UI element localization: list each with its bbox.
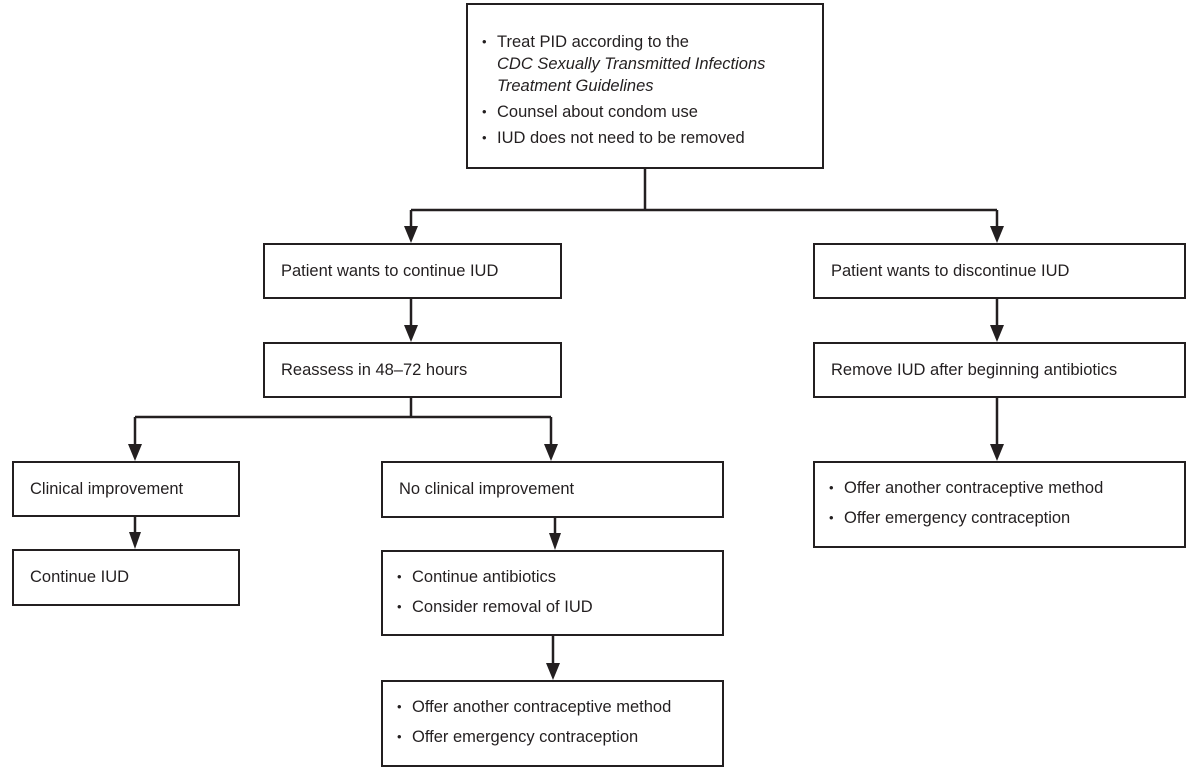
list-item: Treat PID according to the CDC Sexually … <box>482 31 765 97</box>
bullet-text: Treat PID according to the <box>497 33 689 51</box>
node-no-clinical-improvement: No clinical improvement <box>381 461 724 518</box>
list-item: Counsel about condom use <box>482 101 765 123</box>
list-item: Offer emergency contraception <box>397 726 671 748</box>
node-label: Reassess in 48–72 hours <box>281 361 468 379</box>
list-item: IUD does not need to be removed <box>482 127 765 149</box>
node-label: No clinical improvement <box>399 480 575 498</box>
node-initial-management: Treat PID according to the CDC Sexually … <box>466 3 824 169</box>
arrowhead-icon <box>128 444 142 461</box>
node-clinical-improvement: Clinical improvement <box>12 461 240 517</box>
arrowhead-icon <box>404 226 418 243</box>
offer-contraception-list: Offer another contraceptive method Offer… <box>397 696 671 756</box>
bullet-text: IUD does not need to be removed <box>497 129 745 147</box>
guideline-title-line: CDC Sexually Transmitted Infections <box>497 55 766 73</box>
guideline-title-line: Treatment Guidelines <box>497 77 654 95</box>
node-discontinue-iud-branch: Patient wants to discontinue IUD <box>813 243 1186 299</box>
node-label: Remove IUD after beginning antibiotics <box>831 361 1118 379</box>
arrowhead-icon <box>990 444 1004 461</box>
list-item: Offer emergency contraception <box>829 507 1103 529</box>
arrowhead-icon <box>129 532 141 549</box>
list-item: Continue antibiotics <box>397 566 593 588</box>
node-continue-iud-branch: Patient wants to continue IUD <box>263 243 562 299</box>
list-item: Offer another contraceptive method <box>397 696 671 718</box>
node-label: Clinical improvement <box>30 480 184 498</box>
node-offer-contraception-left: Offer another contraceptive method Offer… <box>381 680 724 767</box>
node-offer-contraception-right: Offer another contraceptive method Offer… <box>813 461 1186 548</box>
initial-management-list: Treat PID according to the CDC Sexually … <box>482 31 765 153</box>
arrowhead-icon <box>404 325 418 342</box>
arrowhead-icon <box>549 533 561 550</box>
node-label: Patient wants to discontinue IUD <box>831 262 1070 280</box>
node-label: Patient wants to continue IUD <box>281 262 499 280</box>
list-item: Consider removal of IUD <box>397 596 593 618</box>
list-item: Offer another contraceptive method <box>829 477 1103 499</box>
node-label: Continue IUD <box>30 568 130 586</box>
bullet-text: Counsel about condom use <box>497 103 698 121</box>
no-improvement-actions-list: Continue antibiotics Consider removal of… <box>397 566 593 626</box>
arrowhead-icon <box>546 663 560 680</box>
node-continue-iud: Continue IUD <box>12 549 240 606</box>
node-remove-iud: Remove IUD after beginning antibiotics <box>813 342 1186 398</box>
node-reassess: Reassess in 48–72 hours <box>263 342 562 398</box>
node-no-improvement-actions: Continue antibiotics Consider removal of… <box>381 550 724 636</box>
arrowhead-icon <box>544 444 558 461</box>
offer-contraception-list: Offer another contraceptive method Offer… <box>829 477 1103 537</box>
arrowhead-icon <box>990 325 1004 342</box>
arrowhead-icon <box>990 226 1004 243</box>
